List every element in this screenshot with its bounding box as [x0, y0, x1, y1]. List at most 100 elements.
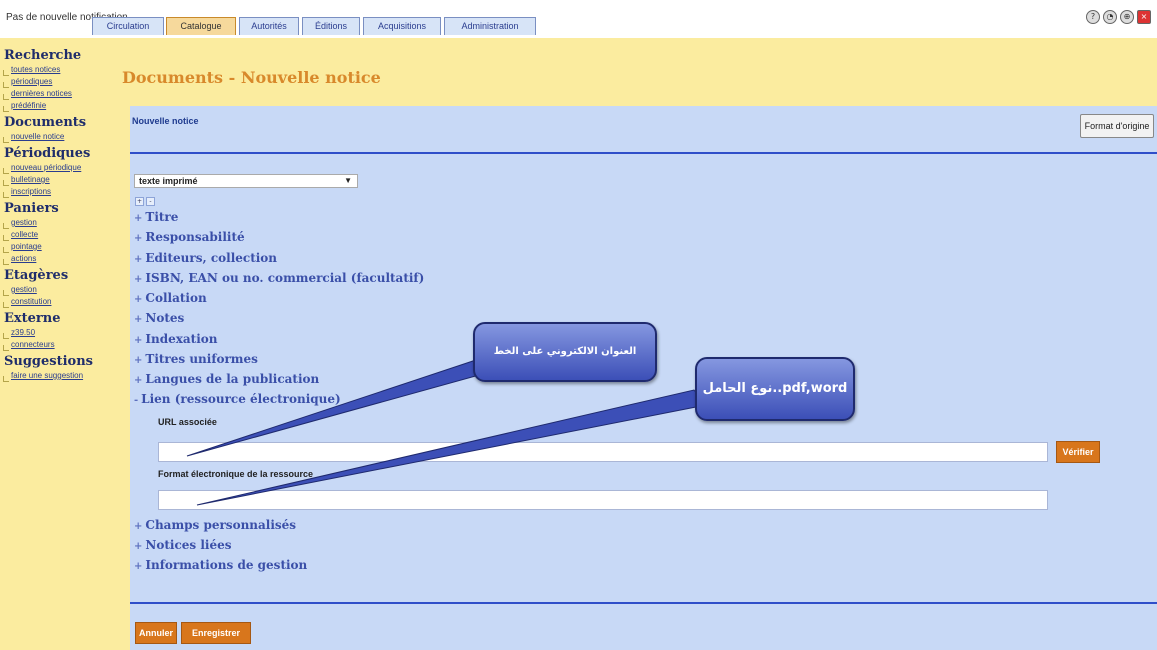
- clock-icon[interactable]: ◔: [1103, 10, 1117, 24]
- format-label: Format électronique de la ressource: [158, 469, 314, 479]
- section-label: Langues de la publication: [145, 372, 320, 386]
- section-langues[interactable]: + Langues de la publication: [134, 372, 319, 388]
- top-bar: Pas de nouvelle notification Circulation…: [0, 0, 1157, 38]
- sidebar-link[interactable]: nouvelle notice: [3, 131, 118, 143]
- section-label: Titre: [145, 210, 179, 224]
- section-titres-uniformes[interactable]: + Titres uniformes: [134, 352, 258, 368]
- sidebar-link[interactable]: actions: [3, 253, 118, 265]
- sidebar-heading: Externe: [4, 311, 61, 326]
- expand-all-icon[interactable]: +: [135, 197, 144, 206]
- section-titre[interactable]: + Titre: [134, 210, 178, 226]
- document-type-select[interactable]: texte imprimé ▼: [134, 174, 358, 188]
- cancel-button[interactable]: Annuler: [135, 622, 177, 644]
- chevron-down-icon: ▼: [344, 176, 352, 185]
- sidebar-heading: Etagères: [4, 268, 69, 283]
- expand-icon: +: [134, 233, 143, 244]
- tab-acquisitions[interactable]: Acquisitions: [363, 17, 441, 35]
- sidebar-link[interactable]: gestion: [3, 284, 118, 296]
- expand-collapse-controls: + -: [135, 197, 155, 206]
- sidebar-link[interactable]: collecte: [3, 229, 118, 241]
- divider: [130, 602, 1157, 604]
- verify-button[interactable]: Vérifier: [1056, 441, 1100, 463]
- sidebar-link[interactable]: connecteurs: [3, 339, 118, 351]
- callout-url-note: العنوان الالكتروني على الخط: [473, 322, 657, 382]
- section-lien[interactable]: - Lien (ressource électronique): [134, 392, 341, 408]
- expand-icon: +: [134, 213, 143, 224]
- toolbar-icons: ? ◔ ⊕ ×: [1086, 10, 1151, 24]
- callout-format-note: نوع الحامل..pdf,word: [695, 357, 855, 421]
- section-label: Titres uniformes: [145, 352, 258, 366]
- sidebar-group-periodiques: Périodiques nouveau périodique bulletina…: [0, 146, 118, 198]
- sidebar-heading: Paniers: [4, 201, 59, 216]
- sidebar-link[interactable]: gestion: [3, 217, 118, 229]
- section-champs-perso[interactable]: + Champs personnalisés: [134, 518, 296, 534]
- expand-icon: +: [134, 294, 143, 305]
- expand-icon: +: [134, 355, 143, 366]
- section-editeurs[interactable]: + Editeurs, collection: [134, 251, 277, 267]
- sidebar-heading: Documents: [4, 115, 87, 130]
- expand-icon: +: [134, 254, 143, 265]
- collapse-icon: -: [134, 395, 139, 406]
- tab-catalogue[interactable]: Catalogue: [166, 17, 236, 35]
- sidebar-group-suggestions: Suggestions faire une suggestion: [0, 354, 118, 382]
- sidebar-heading: Suggestions: [4, 354, 93, 369]
- sidebar-link[interactable]: nouveau périodique: [3, 162, 118, 174]
- section-label: ISBN, EAN ou no. commercial (facultatif): [145, 271, 425, 285]
- section-label: Lien (ressource électronique): [141, 392, 341, 406]
- tab-editions[interactable]: Éditions: [302, 17, 360, 35]
- section-responsabilite[interactable]: + Responsabilité: [134, 230, 245, 246]
- sidebar-link[interactable]: périodiques: [3, 76, 118, 88]
- tab-circulation[interactable]: Circulation: [92, 17, 164, 35]
- sidebar-link[interactable]: dernières notices: [3, 88, 118, 100]
- sidebar-group-paniers: Paniers gestion collecte pointage action…: [0, 201, 118, 265]
- sidebar-link[interactable]: inscriptions: [3, 186, 118, 198]
- section-collation[interactable]: + Collation: [134, 291, 207, 307]
- section-label: Responsabilité: [145, 230, 245, 244]
- sidebar-heading: Périodiques: [4, 146, 91, 161]
- expand-icon: +: [134, 335, 143, 346]
- sidebar-link[interactable]: z39.50: [3, 327, 118, 339]
- expand-icon: +: [134, 274, 143, 285]
- section-notes[interactable]: + Notes: [134, 311, 184, 327]
- divider: [130, 152, 1157, 154]
- sidebar-link[interactable]: prédéfinie: [3, 100, 118, 112]
- section-label: Editeurs, collection: [145, 251, 278, 265]
- section-label: Indexation: [145, 332, 218, 346]
- sidebar-group-documents: Documents nouvelle notice: [0, 115, 118, 143]
- expand-icon: +: [134, 521, 143, 532]
- format-input[interactable]: [158, 490, 1048, 510]
- section-label: Champs personnalisés: [145, 518, 297, 532]
- sidebar-link[interactable]: pointage: [3, 241, 118, 253]
- collapse-all-icon[interactable]: -: [146, 197, 155, 206]
- globe-icon[interactable]: ⊕: [1120, 10, 1134, 24]
- tab-autorites[interactable]: Autorités: [239, 17, 299, 35]
- section-indexation[interactable]: + Indexation: [134, 332, 218, 348]
- url-input[interactable]: [158, 442, 1048, 462]
- document-type-value: texte imprimé: [139, 176, 198, 186]
- expand-icon: +: [134, 561, 143, 572]
- section-informations-gestion[interactable]: + Informations de gestion: [134, 558, 307, 574]
- section-label: Informations de gestion: [145, 558, 308, 572]
- help-icon[interactable]: ?: [1086, 10, 1100, 24]
- sidebar-link[interactable]: toutes notices: [3, 64, 118, 76]
- save-button[interactable]: Enregistrer: [181, 622, 251, 644]
- sidebar-group-etageres: Etagères gestion constitution: [0, 268, 118, 308]
- section-isbn[interactable]: + ISBN, EAN ou no. commercial (facultatif…: [134, 271, 424, 287]
- sidebar-link[interactable]: constitution: [3, 296, 118, 308]
- page-title: Documents - Nouvelle notice: [122, 68, 381, 87]
- sidebar: Recherche toutes notices périodiques der…: [0, 38, 118, 650]
- url-label: URL associée: [158, 417, 217, 427]
- section-label: Collation: [145, 291, 207, 305]
- sidebar-heading: Recherche: [4, 48, 82, 63]
- section-label: Notes: [145, 311, 185, 325]
- expand-icon: +: [134, 541, 143, 552]
- panel-subtitle: Nouvelle notice: [132, 116, 199, 126]
- expand-icon: +: [134, 375, 143, 386]
- section-notices-liees[interactable]: + Notices liées: [134, 538, 231, 554]
- sidebar-link[interactable]: faire une suggestion: [3, 370, 118, 382]
- tab-administration[interactable]: Administration: [444, 17, 536, 35]
- close-icon[interactable]: ×: [1137, 10, 1151, 24]
- format-origine-button[interactable]: Format d'origine: [1080, 114, 1154, 138]
- sidebar-link[interactable]: bulletinage: [3, 174, 118, 186]
- section-label: Notices liées: [145, 538, 232, 552]
